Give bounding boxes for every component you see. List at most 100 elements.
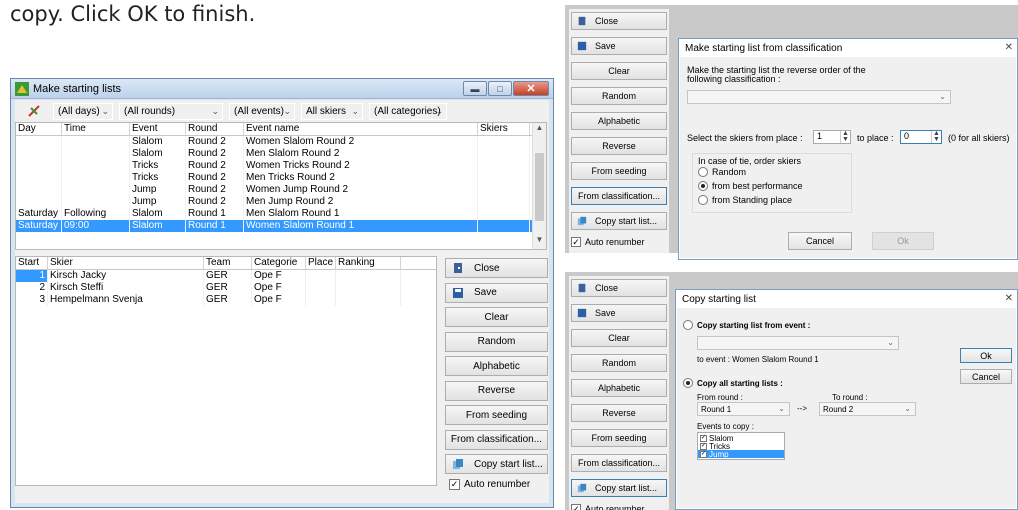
day-filter[interactable]: (All days) ⌄ bbox=[53, 102, 113, 120]
best-performance-radio[interactable]: from best performance bbox=[698, 181, 803, 191]
column-header[interactable]: Skiers bbox=[478, 123, 530, 135]
maximize-button[interactable]: □ bbox=[488, 81, 512, 96]
column-header[interactable]: Round bbox=[186, 123, 244, 135]
event-cell bbox=[478, 220, 530, 232]
event-row[interactable]: Slalom Round 2 Men Slalom Round 2 bbox=[16, 148, 546, 160]
random-button[interactable]: Random bbox=[571, 354, 667, 372]
event-row[interactable]: Tricks Round 2 Women Tricks Round 2 bbox=[16, 160, 546, 172]
clear-button[interactable]: Clear bbox=[445, 307, 548, 327]
start-grid-body: 1 Kirsch Jacky GER Ope F 2 Kirsch Steffi GER Op… bbox=[16, 270, 436, 306]
event-row[interactable]: Saturday 09:00 Slalom Round 1 Women Slalom R… bbox=[16, 220, 546, 232]
ok-button[interactable]: Ok bbox=[872, 232, 934, 250]
instruction-text-2: following classification : bbox=[687, 74, 781, 84]
ok-button[interactable]: Ok bbox=[960, 348, 1012, 363]
from-seeding-button[interactable]: From seeding bbox=[571, 162, 667, 180]
scroll-up-icon[interactable]: ▲ bbox=[533, 123, 546, 137]
close-icon[interactable]: ✕ bbox=[1005, 42, 1013, 53]
start-cell: 1 bbox=[16, 270, 48, 282]
close-button[interactable]: Close bbox=[571, 12, 667, 30]
copy-start-list-button[interactable]: Copy start list... bbox=[571, 479, 667, 497]
alphabetic-button[interactable]: Alphabetic bbox=[445, 356, 548, 376]
from-place-label: Select the skiers from place : bbox=[687, 133, 803, 143]
copy-start-list-button[interactable]: Copy start list... bbox=[571, 212, 667, 230]
standing-place-radio[interactable]: from Standing place bbox=[698, 195, 792, 205]
save-button[interactable]: Save bbox=[571, 37, 667, 55]
copy-all-lists-radio[interactable]: Copy all starting lists : bbox=[683, 378, 783, 388]
event-filter[interactable]: (All events) ⌄ bbox=[229, 102, 295, 120]
random-radio[interactable]: Random bbox=[698, 167, 746, 177]
skier-filter[interactable]: All skiers ⌄ bbox=[301, 102, 363, 120]
column-header[interactable]: Skier bbox=[48, 257, 204, 269]
minimize-button[interactable]: ▬ bbox=[463, 81, 487, 96]
scrollbar-thumb[interactable] bbox=[535, 153, 544, 221]
column-header[interactable]: Categorie bbox=[252, 257, 306, 269]
event-cell bbox=[16, 160, 62, 172]
column-header[interactable]: Event name bbox=[244, 123, 478, 135]
event-cell bbox=[62, 184, 130, 196]
from-classification-button[interactable]: From classification... bbox=[445, 429, 548, 450]
event-row[interactable]: Saturday Following Slalom Round 1 Men Slalom… bbox=[16, 208, 546, 220]
reverse-button[interactable]: Reverse bbox=[445, 380, 548, 401]
auto-renumber-checkbox[interactable]: ✓ Auto renumber bbox=[571, 504, 667, 510]
close-icon[interactable]: ✕ bbox=[1005, 293, 1013, 304]
classification-select[interactable]: ⌄ bbox=[687, 90, 951, 104]
clear-button[interactable]: Clear bbox=[571, 329, 667, 347]
alphabetic-button[interactable]: Alphabetic bbox=[571, 112, 667, 130]
start-row[interactable]: 2 Kirsch Steffi GER Ope F bbox=[16, 282, 436, 294]
close-button[interactable]: Close bbox=[571, 279, 667, 297]
event-item-jump[interactable]: ✓ Jump bbox=[698, 450, 784, 459]
event-cell bbox=[62, 160, 130, 172]
from-seeding-button[interactable]: From seeding bbox=[445, 405, 548, 425]
event-row[interactable]: Slalom Round 2 Women Slalom Round 2 bbox=[16, 136, 546, 148]
column-header[interactable]: Place bbox=[306, 257, 336, 269]
to-round-select[interactable]: Round 2 ⌄ bbox=[819, 402, 916, 416]
column-header[interactable]: Day bbox=[16, 123, 62, 135]
scroll-down-icon[interactable]: ▼ bbox=[533, 235, 546, 249]
reverse-button[interactable]: Reverse bbox=[571, 137, 667, 155]
save-button[interactable]: Save bbox=[571, 304, 667, 322]
close-button[interactable]: Close bbox=[445, 258, 548, 278]
from-place-spinner[interactable]: 1 ▲ ▼ bbox=[813, 130, 851, 144]
to-place-spinner[interactable]: 0 ▲ ▼ bbox=[900, 130, 942, 144]
clear-button[interactable]: Clear bbox=[571, 62, 667, 80]
cancel-button[interactable]: Cancel bbox=[788, 232, 852, 250]
event-row[interactable]: Jump Round 2 Men Jump Round 2 bbox=[16, 196, 546, 208]
from-seeding-button[interactable]: From seeding bbox=[571, 429, 667, 447]
column-header[interactable]: Ranking bbox=[336, 257, 401, 269]
events-grid[interactable]: Day Time Event Round Event name Skiers S… bbox=[15, 122, 547, 250]
source-event-select[interactable]: ⌄ bbox=[697, 336, 899, 350]
from-classification-button[interactable]: From classification... bbox=[571, 454, 667, 472]
column-header[interactable]: Event bbox=[130, 123, 186, 135]
start-cell: Ope F bbox=[252, 282, 306, 294]
spin-arrows-icon[interactable]: ▲ ▼ bbox=[840, 130, 850, 143]
event-cell bbox=[478, 196, 530, 208]
start-list-grid[interactable]: Start Skier Team Categorie Place Ranking… bbox=[15, 256, 437, 486]
random-button[interactable]: Random bbox=[571, 87, 667, 105]
category-filter[interactable]: (All categories) ⌄ bbox=[369, 102, 447, 120]
start-row[interactable]: 1 Kirsch Jacky GER Ope F bbox=[16, 270, 436, 282]
random-button[interactable]: Random bbox=[445, 331, 548, 352]
column-header[interactable]: Team bbox=[204, 257, 252, 269]
alphabetic-button[interactable]: Alphabetic bbox=[571, 379, 667, 397]
auto-renumber-checkbox[interactable]: ✓ Auto renumber bbox=[445, 478, 548, 490]
event-row[interactable]: Tricks Round 2 Men Tricks Round 2 bbox=[16, 172, 546, 184]
event-cell: Men Jump Round 2 bbox=[244, 196, 478, 208]
cancel-button[interactable]: Cancel bbox=[960, 369, 1012, 384]
column-header[interactable]: Time bbox=[62, 123, 130, 135]
events-scrollbar[interactable]: ▲ ▼ bbox=[532, 123, 546, 249]
from-round-select[interactable]: Round 1 ⌄ bbox=[697, 402, 790, 416]
start-row[interactable]: 3 Hempelmann Svenja GER Ope F bbox=[16, 294, 436, 306]
save-button[interactable]: Save bbox=[445, 282, 548, 303]
event-row[interactable]: Jump Round 2 Women Jump Round 2 bbox=[16, 184, 546, 196]
spin-arrows-icon[interactable]: ▲ ▼ bbox=[931, 130, 941, 143]
to-event-label: to event : Women Slalom Round 1 bbox=[697, 355, 819, 364]
copy-start-list-button[interactable]: Copy start list... bbox=[445, 454, 548, 474]
copy-from-event-radio[interactable]: Copy starting list from event : bbox=[683, 320, 810, 330]
column-header[interactable]: Start bbox=[16, 257, 48, 269]
from-classification-button[interactable]: From classification... bbox=[571, 187, 667, 205]
window-close-button[interactable]: ✕ bbox=[513, 81, 549, 96]
reverse-button[interactable]: Reverse bbox=[571, 404, 667, 422]
auto-renumber-checkbox[interactable]: ✓ Auto renumber bbox=[571, 237, 667, 247]
events-to-copy-list[interactable]: ✓ Slalom ✓ Tricks ✓ Jump bbox=[697, 432, 785, 460]
round-filter[interactable]: (All rounds) ⌄ bbox=[119, 102, 223, 120]
